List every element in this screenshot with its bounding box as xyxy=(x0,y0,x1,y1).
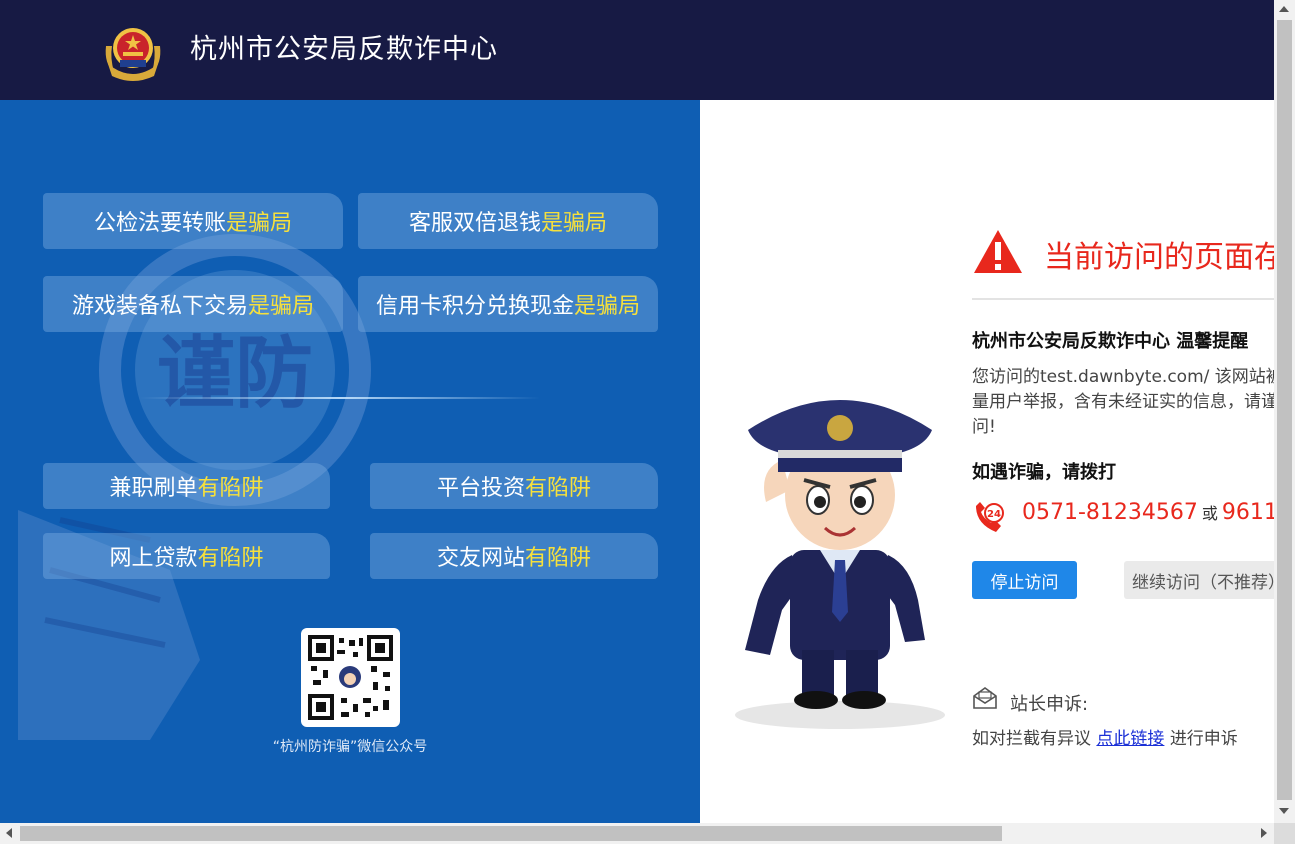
mail-icon xyxy=(973,687,997,709)
warning-title: 当前访问的页面存 xyxy=(1044,240,1274,275)
report-label: 如遇诈骗，请拨打 xyxy=(972,462,1116,483)
horizontal-scroll-thumb[interactable] xyxy=(20,826,1002,841)
site-header: 杭州市公安局反欺诈中心 xyxy=(0,0,1274,100)
hotline-row: 0571-81234567或96110 xyxy=(1022,500,1274,525)
appeal-prefix: 如对拦截有异议 xyxy=(972,729,1091,749)
slogan-tag: 网上贷款 有陷阱 xyxy=(43,533,330,579)
slogan-tag: 公检法要转账 是骗局 xyxy=(43,193,343,249)
vertical-scroll-thumb[interactable] xyxy=(1277,20,1292,800)
site-title: 杭州市公安局反欺诈中心 xyxy=(190,34,498,65)
wechat-qr-code xyxy=(301,628,400,727)
scroll-up-arrow-icon[interactable] xyxy=(1279,6,1289,12)
slogan-tag: 客服双倍退钱 是骗局 xyxy=(358,193,658,249)
glow-divider xyxy=(140,397,540,399)
police-mascot-icon xyxy=(735,400,945,729)
warning-panel: 当前访问的页面存 杭州市公安局反欺诈中心 温馨提醒 您访问的test.dawnb… xyxy=(700,100,1274,823)
hotline-or: 或 xyxy=(1201,504,1218,523)
slogan-tag: 兼职刷单 有陷阱 xyxy=(43,463,330,509)
appeal-label: 站长申诉: xyxy=(1010,694,1089,715)
scroll-right-arrow-icon[interactable] xyxy=(1261,828,1267,838)
slogan-tag: 交友网站 有陷阱 xyxy=(370,533,658,579)
phone-badge-text: 24 xyxy=(987,509,1001,520)
vertical-scrollbar[interactable] xyxy=(1274,0,1295,823)
warning-triangle-icon xyxy=(974,230,1022,273)
appeal-link[interactable]: 点此链接 xyxy=(1096,729,1164,749)
divider xyxy=(972,298,1274,300)
notice-text: 您访问的test.dawnbyte.com/ 该网站被大量用户举报，含有未经证实… xyxy=(972,367,1274,437)
hotline-primary: 0571-81234567 xyxy=(1022,500,1198,525)
scroll-left-arrow-icon[interactable] xyxy=(6,828,12,838)
hotline-secondary: 96110 xyxy=(1221,500,1274,525)
appeal-suffix: 进行申诉 xyxy=(1169,729,1238,749)
police-emblem-icon xyxy=(105,28,161,81)
qr-code-icon xyxy=(308,635,393,720)
stamp-text: 谨防 xyxy=(157,328,313,419)
stop-visit-button[interactable]: 停止访问 xyxy=(972,561,1077,599)
continue-visit-button[interactable]: 继续访问（不推荐） xyxy=(1124,561,1274,599)
slogan-tag: 平台投资 有陷阱 xyxy=(370,463,658,509)
slogan-tag: 游戏装备私下交易 是骗局 xyxy=(43,276,343,332)
qr-caption: “杭州防诈骗”微信公众号 xyxy=(272,739,428,755)
slogan-tag: 信用卡积分兑换现金 是骗局 xyxy=(358,276,658,332)
24h-phone-icon: 24 xyxy=(976,502,1004,532)
anti-fraud-slogan-panel: 谨防 公检法要转账 是骗局 客服双倍退钱 是骗局 游戏装备私下交易 是骗局 信用卡积分… xyxy=(0,100,700,823)
scroll-down-arrow-icon[interactable] xyxy=(1279,808,1289,814)
scrollbar-corner xyxy=(1274,823,1295,844)
notice-title: 杭州市公安局反欺诈中心 温馨提醒 xyxy=(972,331,1249,352)
appeal-text: 如对拦截有异议 点此链接 进行申诉 xyxy=(972,724,1238,749)
horizontal-scrollbar[interactable] xyxy=(0,823,1274,844)
